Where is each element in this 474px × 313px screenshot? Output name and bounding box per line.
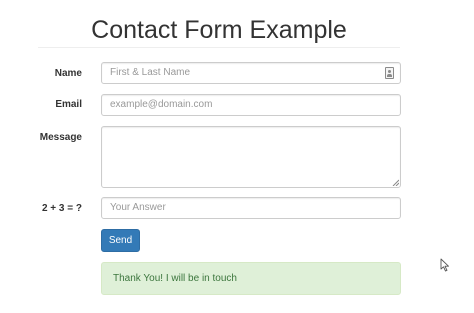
success-alert: Thank You! I will be in touch (101, 262, 401, 295)
message-textarea[interactable] (101, 126, 401, 188)
send-button[interactable]: Send (101, 229, 140, 252)
message-label: Message (39, 132, 82, 143)
mouse-cursor-icon (440, 258, 449, 272)
name-label: Name (54, 68, 82, 79)
contact-card-icon[interactable] (385, 67, 394, 79)
title-divider (38, 47, 400, 48)
name-input[interactable]: First & Last Name (101, 62, 401, 84)
captcha-placeholder: Your Answer (110, 202, 166, 213)
name-placeholder: First & Last Name (110, 67, 191, 78)
page-title: Contact Form Example (91, 16, 347, 44)
captcha-label: 2 + 3 = ? (41, 203, 82, 214)
resize-grip-icon[interactable] (392, 179, 399, 186)
email-placeholder: example@domain.com (110, 99, 213, 110)
email-label: Email (55, 99, 82, 110)
email-input[interactable]: example@domain.com (101, 94, 401, 116)
captcha-input[interactable]: Your Answer (101, 197, 401, 219)
